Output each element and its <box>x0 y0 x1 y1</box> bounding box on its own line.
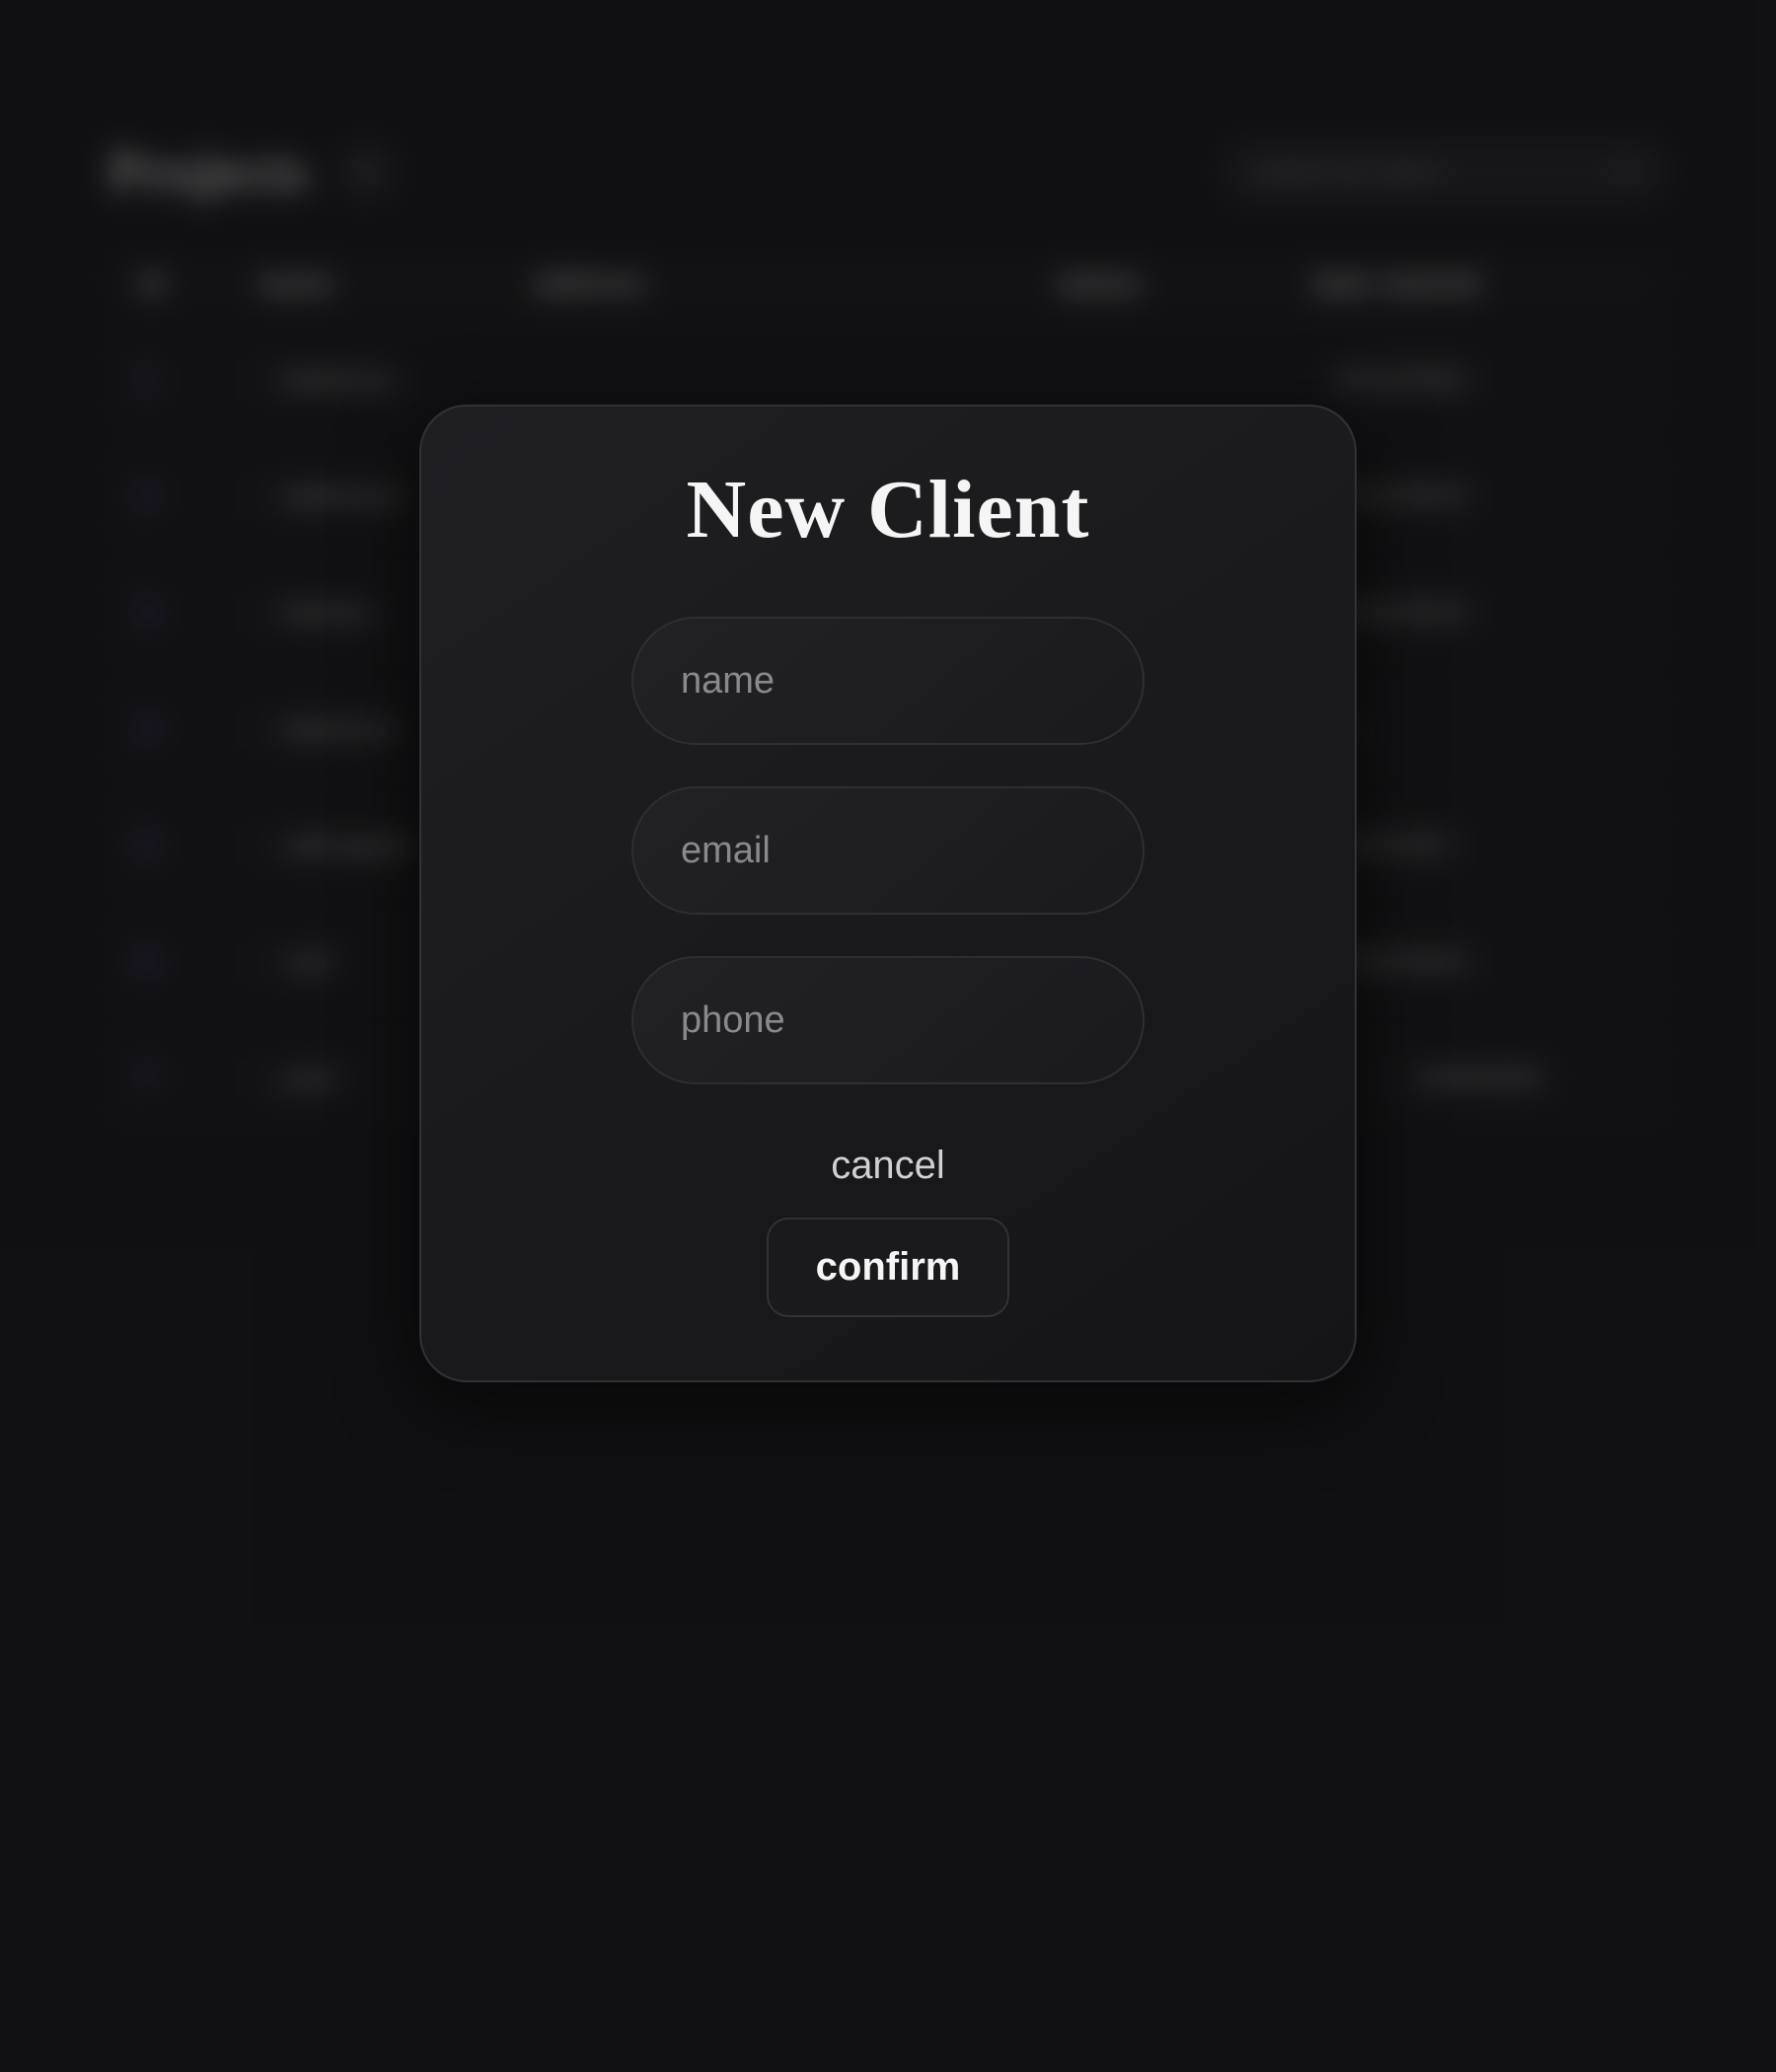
confirm-button[interactable]: confirm <box>767 1218 1010 1317</box>
modal-overlay[interactable]: New Client cancel confirm <box>0 0 1776 2072</box>
phone-input[interactable] <box>631 956 1145 1084</box>
email-input[interactable] <box>631 786 1145 915</box>
modal-title: New Client <box>687 462 1090 557</box>
cancel-button[interactable]: cancel <box>831 1144 945 1188</box>
new-client-modal: New Client cancel confirm <box>419 405 1357 1382</box>
name-input[interactable] <box>631 617 1145 745</box>
